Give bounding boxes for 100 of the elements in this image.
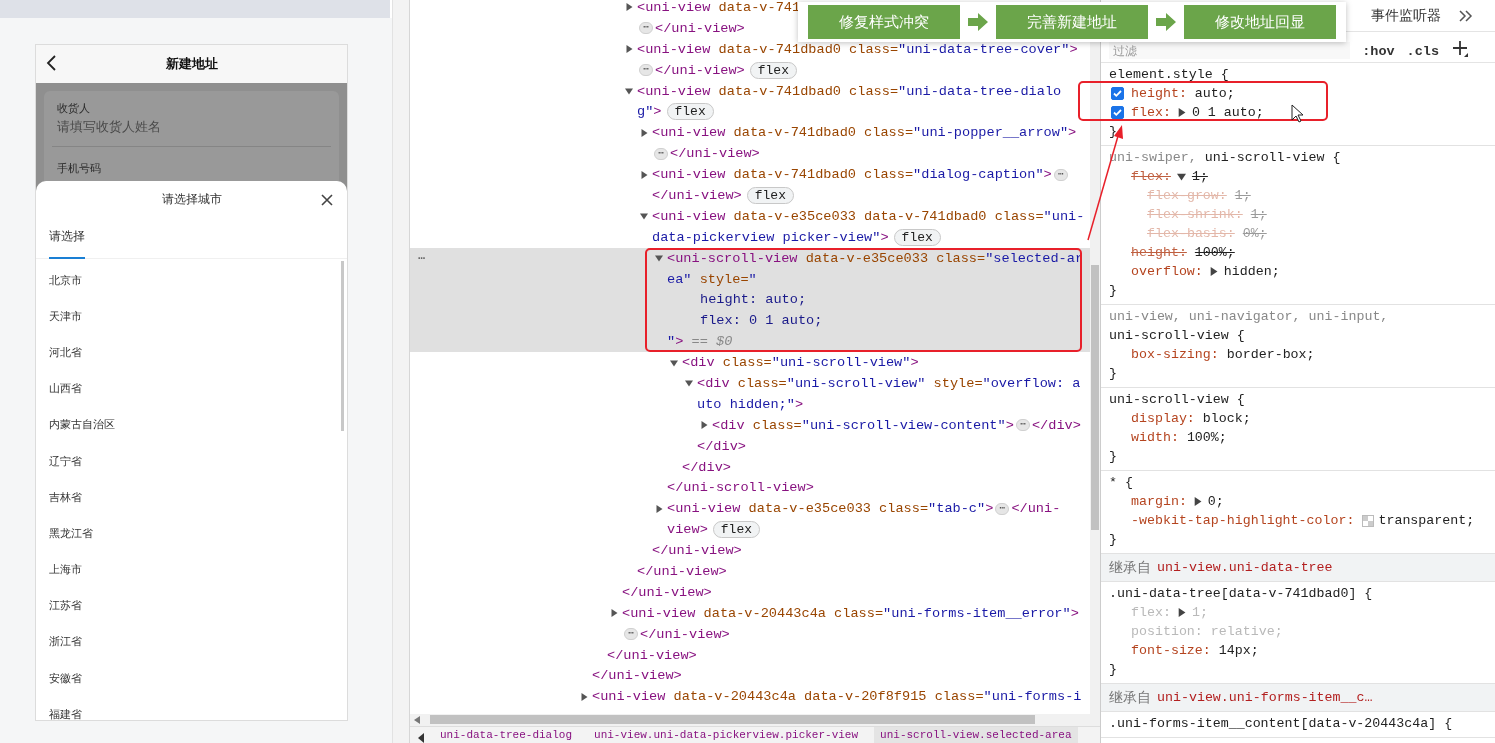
region-item[interactable]: 安徽省 [36, 660, 347, 697]
flex-badge[interactable]: flex [893, 228, 941, 246]
expand-arrow-icon[interactable] [625, 3, 633, 12]
toolbar-toggle[interactable]: :hov [1362, 44, 1395, 59]
flex-badge[interactable]: flex [746, 186, 794, 204]
region-item[interactable]: 天津市 [36, 298, 347, 335]
ellipsis-button[interactable]: ⋯ [639, 22, 654, 35]
property-value: block; [1202, 410, 1251, 428]
breadcrumb[interactable]: uni-data-tree-dialog [434, 726, 579, 743]
property-name: height: [1131, 244, 1187, 262]
code-text: ea" style=" [667, 271, 757, 287]
expand-arrow-icon[interactable] [580, 692, 588, 701]
close-icon[interactable] [321, 194, 333, 206]
closing-brace: } [1109, 283, 1117, 298]
region-item[interactable]: 内蒙古自治区 [36, 406, 347, 443]
ellipsis-button[interactable]: ⋯ [639, 64, 654, 77]
expand-arrow-icon[interactable] [1192, 497, 1202, 506]
region-item[interactable]: 江苏省 [36, 587, 347, 624]
breadcrumb[interactable]: uni-view.uni-data-pickerview.picker-view [588, 726, 865, 743]
checkbox[interactable] [1111, 87, 1124, 100]
region-item[interactable]: 北京市 [36, 262, 347, 299]
flex-badge[interactable]: flex [749, 61, 797, 79]
toolbar-toggle[interactable]: .cls [1406, 44, 1439, 59]
css-selector: .uni-forms-item__content[data-v-20443c4a] { [1109, 715, 1453, 733]
expand-arrow-icon[interactable] [1208, 267, 1218, 276]
expand-arrow-icon[interactable] [655, 504, 663, 513]
code-text: <uni-view data-v-741dbad0 class="uni-data-tree-cover"> [637, 41, 1078, 57]
code-text: </uni-view> [592, 668, 682, 684]
ellipsis-button[interactable]: ⋯ [624, 628, 639, 641]
property-value: 100%; [1186, 429, 1227, 447]
panel-tab[interactable]: 事件监听器 [1371, 6, 1441, 25]
filter-field[interactable]: 过滤 [1109, 42, 1351, 59]
color-swatch[interactable] [1362, 514, 1375, 527]
collapse-arrow-icon[interactable] [685, 379, 693, 388]
expand-arrow-icon[interactable] [640, 128, 648, 137]
property-name: font-size: [1131, 642, 1211, 660]
expand-arrow-icon[interactable] [640, 170, 648, 179]
region-item[interactable]: 浙江省 [36, 623, 347, 661]
collapse-arrow-icon[interactable] [670, 358, 678, 367]
region-item[interactable]: 山西省 [36, 370, 347, 407]
plus-icon[interactable] [1451, 40, 1469, 58]
code-text: g"> [637, 104, 662, 120]
property-value: 1; [1234, 187, 1251, 205]
picker-tab[interactable]: 请选择 [49, 218, 85, 259]
page-title: 新建地址 [165, 55, 218, 73]
code-text: </uni-view> [637, 564, 727, 579]
css-selector: element.style { [1109, 66, 1229, 84]
code-text: view> [667, 522, 708, 538]
inherited-label: 继承自 [1109, 688, 1151, 707]
ellipsis-button[interactable]: ⋯ [1053, 168, 1068, 181]
inherited-source-link[interactable]: uni-view.uni-forms-item__c… [1157, 690, 1373, 705]
input-field[interactable]: 请填写收货人姓名 [57, 119, 326, 134]
property-name: margin: [1131, 493, 1187, 511]
region-item[interactable]: 吉林省 [36, 479, 347, 516]
ellipsis-button[interactable]: ⋯ [1015, 419, 1030, 432]
property-name: flex: [1131, 168, 1171, 186]
property-value: 0; [1207, 493, 1224, 511]
code-text: <div class="uni-scroll-view"> [682, 355, 919, 371]
collapse-arrow-icon[interactable] [1176, 172, 1186, 181]
property-name: height: [1131, 85, 1187, 103]
css-selector: uni-navigator, [1188, 308, 1301, 326]
expand-arrow-icon[interactable] [1176, 108, 1186, 117]
horizontal-scrollbar[interactable] [410, 714, 1100, 726]
code-text: </uni-view> [652, 187, 742, 203]
property-name: overflow: [1131, 263, 1203, 281]
scrollbar[interactable] [341, 261, 344, 431]
property-value: border-box; [1226, 346, 1315, 364]
region-item[interactable]: 黑龙江省 [36, 515, 347, 552]
more-dots[interactable]: ⋯ [418, 250, 426, 266]
region-item[interactable]: 福建省 [36, 696, 347, 720]
region-item[interactable]: 上海市 [36, 551, 347, 588]
expand-arrow-icon[interactable] [625, 45, 633, 54]
ellipsis-button[interactable]: ⋯ [654, 147, 669, 160]
scroll-left-icon[interactable] [418, 732, 424, 743]
code-text: </uni-view> [607, 647, 697, 663]
chevrons-right-icon[interactable] [1459, 9, 1473, 22]
flex-badge[interactable]: flex [712, 521, 760, 539]
collapse-arrow-icon[interactable] [640, 212, 648, 221]
code-text: <uni-view data-v-741dbad0 class="dialog-caption"> [652, 167, 1052, 183]
region-item[interactable]: 河北省 [36, 334, 347, 371]
expand-arrow-icon[interactable] [1176, 608, 1186, 617]
expand-arrow-icon[interactable] [610, 609, 618, 618]
back-icon[interactable] [46, 55, 58, 71]
region-item[interactable]: 辽宁省 [36, 442, 347, 480]
css-selector: uni-view, [1109, 308, 1181, 326]
inherited-source-link[interactable]: uni-view.uni-data-tree [1157, 560, 1333, 575]
breadcrumb[interactable]: uni-scroll-view.selected-area [874, 726, 1078, 743]
code-text: </uni-view> [640, 626, 730, 642]
collapse-arrow-icon[interactable] [625, 87, 633, 95]
property-value: 1; [1191, 604, 1208, 622]
inherited-label: 继承自 [1109, 558, 1151, 577]
css-selector: .uni-data-tree[data-v-741dbad0] { [1109, 585, 1373, 603]
field-label: 手机号码 [57, 161, 102, 176]
flex-badge[interactable]: flex [666, 103, 714, 121]
checkbox[interactable] [1111, 106, 1124, 119]
expand-arrow-icon[interactable] [700, 421, 708, 430]
code-text: </div> [1031, 417, 1081, 433]
closing-brace: } [1109, 124, 1117, 139]
collapse-arrow-icon[interactable] [655, 254, 663, 263]
ellipsis-button[interactable]: ⋯ [995, 502, 1010, 515]
